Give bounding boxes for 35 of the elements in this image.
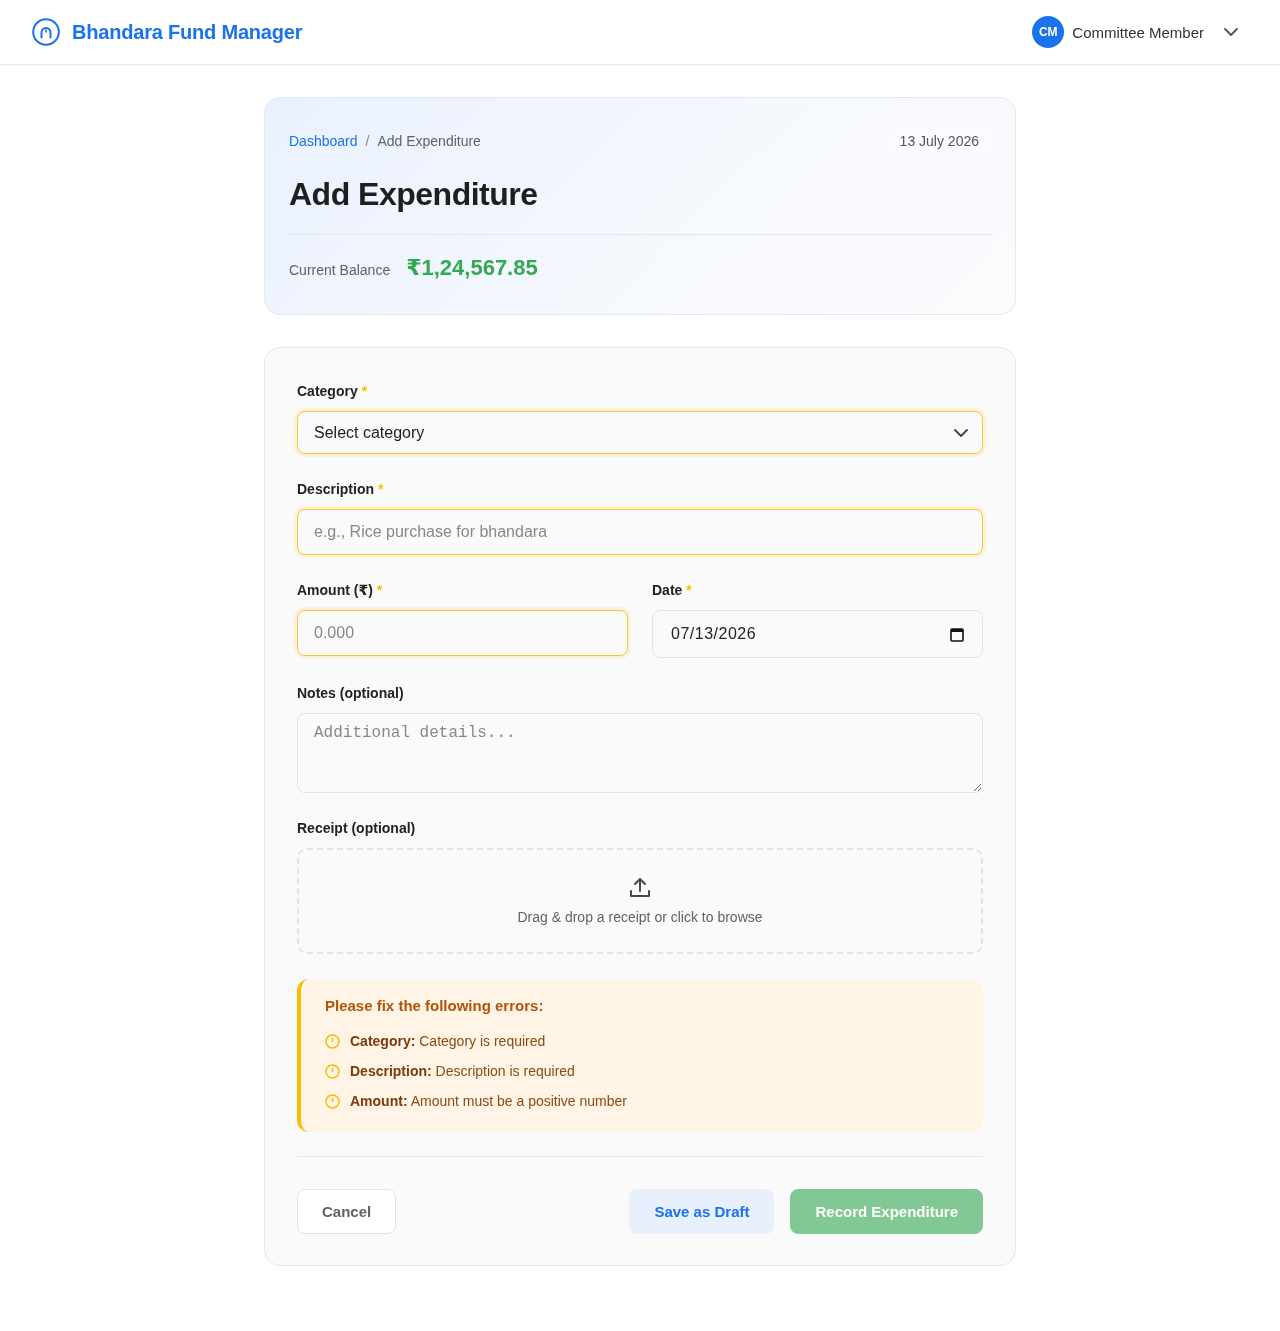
input-field[interactable]: 0.000 [297,610,628,656]
chevron-down-icon [1224,28,1238,36]
error-message: Description: Description is required [350,1063,575,1079]
action-button[interactable]: Cancel [297,1189,397,1234]
upload-dropzone[interactable]: Drag & drop a receipt or click to browse [297,848,983,954]
user-avatar: CM [1032,16,1065,48]
breadcrumb-separator: / [365,133,370,149]
breadcrumb-current: Add Expenditure [377,133,481,149]
textarea-field[interactable]: Additional details... [297,713,983,793]
breadcrumb-link[interactable]: Dashboard [289,133,358,149]
field-label: Amount (₹) * [297,581,384,600]
category-select[interactable]: Select category [297,411,983,454]
alert-icon [325,1093,340,1109]
date-field[interactable]: 07/13/2026 [652,610,983,658]
app-name: Bhandara Fund Manager [72,20,303,44]
error-title: Please fix the following errors: [325,996,545,1016]
page-title: Add Expenditure [289,175,539,214]
action-button[interactable]: Save as Draft [629,1189,775,1234]
logo-icon [32,18,60,46]
calendar-icon[interactable] [950,626,964,642]
alert-icon [325,1033,340,1049]
error-message: Category: Category is required [350,1033,546,1049]
input-field[interactable]: e.g., Rice purchase for bhandara [297,509,983,555]
upload-icon [629,877,651,899]
alert-icon [325,1063,340,1079]
user-menu-button[interactable]: CM Committee Member [1032,16,1238,48]
field-label: Receipt (optional) [297,819,417,838]
chevron-down-icon [954,428,968,437]
field-label: Date * [652,581,693,600]
balance-amount: ₹1,24,567.85 [406,255,538,281]
balance-label: Current Balance [289,262,391,278]
error-message: Amount: Amount must be a positive number [350,1093,627,1109]
field-label: Description * [297,480,385,499]
field-label: Notes (optional) [297,684,405,703]
field-label: Category * [297,382,369,401]
